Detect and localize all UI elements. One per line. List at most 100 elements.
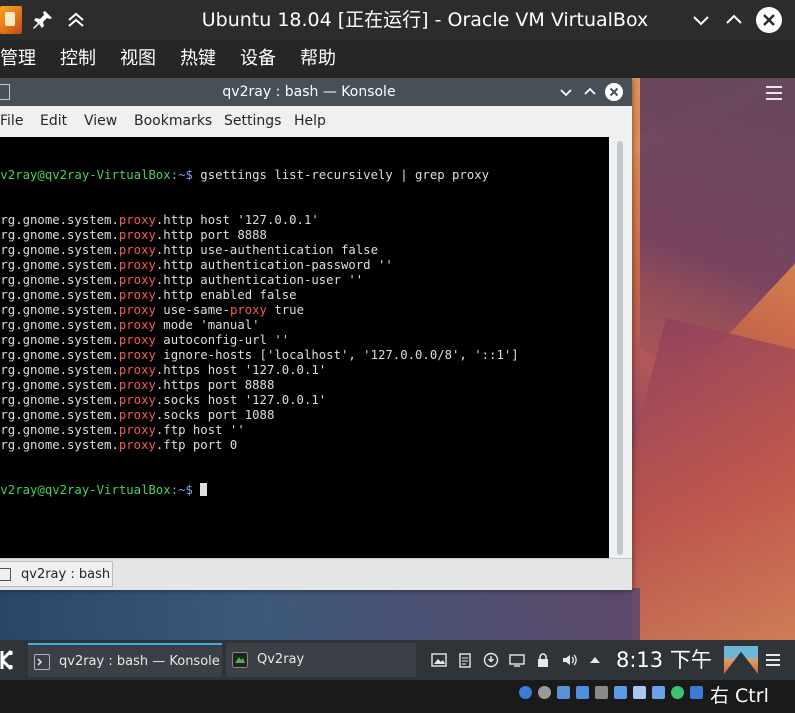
output-text: org.gnome.system. xyxy=(0,348,119,362)
output-line: org.gnome.system.proxy.http use-authenti… xyxy=(0,243,609,258)
output-text: .socks host '127.0.0.1' xyxy=(155,393,327,407)
display-icon[interactable] xyxy=(614,686,627,699)
task-konsole[interactable]: qv2ray : bash — Konsole xyxy=(28,643,222,677)
output-text: ignore-hosts ['localhost', '127.0.0.0/8'… xyxy=(155,348,519,362)
output-line: org.gnome.system.proxy.ftp host '' xyxy=(0,423,609,438)
taskbar: qv2ray : bash — Konsole Qv2ray 8:13 下午 xyxy=(0,640,795,680)
grep-match: proxy xyxy=(118,273,156,287)
grep-match: proxy xyxy=(118,318,156,332)
menu-help[interactable]: 帮助 xyxy=(300,48,336,70)
wallpaper-facet xyxy=(632,318,795,640)
mouse-integration-icon[interactable] xyxy=(671,686,684,699)
grep-match: proxy xyxy=(118,348,156,362)
output-line: org.gnome.system.proxy.https host '127.0… xyxy=(0,363,609,378)
close-window-button[interactable] xyxy=(756,7,782,33)
vbox-statusbar: 右 Ctrl xyxy=(0,680,795,713)
output-line: org.gnome.system.proxy mode 'manual' xyxy=(0,318,609,333)
prompt-path: :~$ xyxy=(170,168,193,182)
konsole-titlebar[interactable]: qv2ray : bash — Konsole xyxy=(0,78,632,106)
volume-tray-icon[interactable] xyxy=(561,652,577,668)
terminal-scrollbar[interactable] xyxy=(612,141,628,556)
grep-match: proxy xyxy=(118,393,156,407)
output-text: .http authentication-user '' xyxy=(155,273,364,287)
virtualization-icon[interactable] xyxy=(652,686,665,699)
output-line: org.gnome.system.proxy autoconfig-url '' xyxy=(0,333,609,348)
grep-match: proxy xyxy=(118,303,156,317)
minimize-icon[interactable] xyxy=(689,8,713,32)
task-qv2ray[interactable]: Qv2ray xyxy=(226,643,416,677)
output-line: org.gnome.system.proxy.http enabled fals… xyxy=(0,288,609,303)
maximize-icon[interactable] xyxy=(722,8,746,32)
output-line: org.gnome.system.proxy.ftp port 0 xyxy=(0,438,609,453)
application-launcher-icon[interactable] xyxy=(0,648,20,672)
output-text: org.gnome.system. xyxy=(0,288,119,302)
menu-file[interactable]: File xyxy=(0,113,23,130)
host-key-label: 右 Ctrl xyxy=(710,685,769,707)
tray-expand-icon[interactable] xyxy=(587,652,603,668)
grep-match: proxy xyxy=(118,333,156,347)
menu-manage[interactable]: 管理 xyxy=(0,48,36,70)
output-line: org.gnome.system.proxy.http authenticati… xyxy=(0,273,609,288)
menu-settings[interactable]: Settings xyxy=(224,113,281,130)
konsole-close-button[interactable] xyxy=(605,83,623,101)
prompt-user: qv2ray@qv2ray-VirtualBox xyxy=(0,168,171,182)
wallpaper-facet xyxy=(0,588,640,640)
lock-tray-icon[interactable] xyxy=(535,652,551,668)
grep-match: proxy xyxy=(118,378,156,392)
terminal-output[interactable]: qv2ray@qv2ray-VirtualBox:~$ gsettings li… xyxy=(0,137,609,558)
konsole-tab[interactable]: qv2ray : bash xyxy=(0,561,113,587)
prompt-user: qv2ray@qv2ray-VirtualBox xyxy=(0,483,171,497)
usb-icon[interactable] xyxy=(576,686,589,699)
keep-above-icon[interactable] xyxy=(64,8,88,32)
menu-bookmarks[interactable]: Bookmarks xyxy=(134,113,212,130)
output-line: org.gnome.system.proxy use-same-proxy tr… xyxy=(0,303,609,318)
konsole-title: qv2ray : bash — Konsole xyxy=(222,84,396,100)
output-text: org.gnome.system. xyxy=(0,333,119,347)
menu-control[interactable]: 控制 xyxy=(60,48,96,70)
grep-match: proxy xyxy=(118,228,156,242)
output-text: org.gnome.system. xyxy=(0,228,119,242)
menu-view[interactable]: View xyxy=(84,113,117,130)
task-label: qv2ray : bash — Konsole xyxy=(59,654,220,669)
output-text: use-same- xyxy=(155,303,230,317)
konsole-minimize-icon[interactable] xyxy=(556,82,576,102)
text-cursor xyxy=(200,483,208,496)
konsole-maximize-icon[interactable] xyxy=(580,82,600,102)
menu-view[interactable]: 视图 xyxy=(120,48,156,70)
update-tray-icon[interactable] xyxy=(483,652,499,668)
window-title: Ubuntu 18.04 [正在运行] - Oracle VM VirtualB… xyxy=(201,9,649,31)
grep-match: proxy xyxy=(118,258,156,272)
output-text: org.gnome.system. xyxy=(0,273,119,287)
network-icon[interactable] xyxy=(557,686,570,699)
qv2ray-icon xyxy=(232,652,248,668)
keyboard-capture-icon[interactable] xyxy=(690,686,703,699)
desktop-menu-icon[interactable] xyxy=(766,86,782,100)
optical-drive-icon[interactable] xyxy=(538,686,551,699)
menu-devices[interactable]: 设备 xyxy=(240,48,276,70)
menu-hotkeys[interactable]: 热键 xyxy=(180,48,216,70)
output-text: .https host '127.0.0.1' xyxy=(155,363,327,377)
show-desktop-icon[interactable] xyxy=(724,646,758,674)
output-text: .https port 8888 xyxy=(155,378,275,392)
pin-icon[interactable] xyxy=(31,8,55,32)
konsole-window: qv2ray : bash — Konsole File Edit View B… xyxy=(0,78,632,590)
hard-disk-icon[interactable] xyxy=(519,686,532,699)
shared-folders-icon[interactable] xyxy=(595,686,608,699)
output-text: org.gnome.system. xyxy=(0,303,119,317)
menu-help[interactable]: Help xyxy=(294,113,326,130)
output-text: .ftp host '' xyxy=(155,423,245,437)
prompt-path: :~$ xyxy=(170,483,193,497)
virtualbox-app-icon[interactable] xyxy=(0,6,22,34)
clipboard-tray-icon[interactable] xyxy=(457,652,473,668)
panel-menu-icon[interactable] xyxy=(766,654,780,669)
grep-match: proxy xyxy=(118,213,156,227)
menu-edit[interactable]: Edit xyxy=(40,113,67,130)
konsole-menubar: File Edit View Bookmarks Settings Help xyxy=(0,106,632,136)
output-text: org.gnome.system. xyxy=(0,258,119,272)
devices-tray-icon[interactable] xyxy=(509,652,525,668)
output-line: org.gnome.system.proxy.https port 8888 xyxy=(0,378,609,393)
image-viewer-tray-icon[interactable] xyxy=(431,652,447,668)
terminal-icon xyxy=(0,568,11,581)
video-capture-icon[interactable] xyxy=(633,686,646,699)
taskbar-clock[interactable]: 8:13 下午 xyxy=(616,647,712,673)
